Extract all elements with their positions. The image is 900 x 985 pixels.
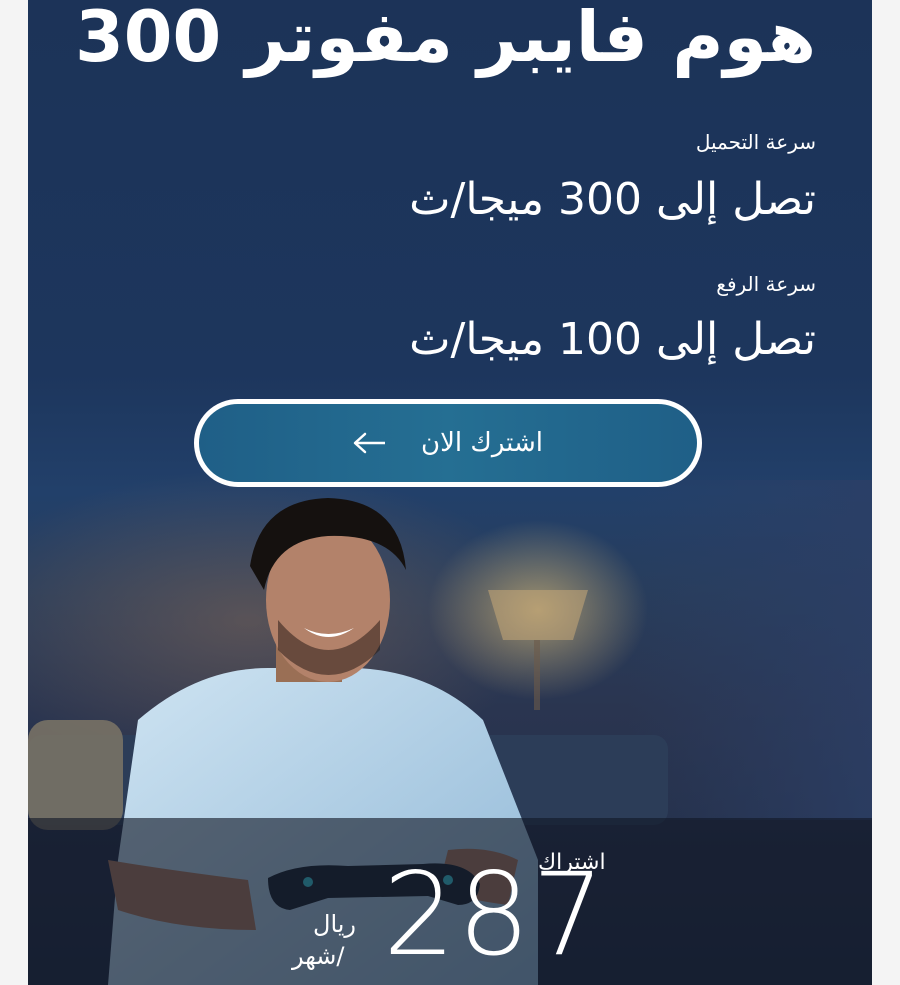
download-speed-value: تصل إلى 300 ميجا/ث xyxy=(409,174,816,225)
plan-title: هوم فايبر مفوتر 300 xyxy=(75,0,816,78)
subscribe-now-button[interactable]: اشترك الان xyxy=(194,399,702,487)
arrow-left-icon xyxy=(353,432,387,454)
upload-speed-value: تصل إلى 100 ميجا/ث xyxy=(409,314,816,365)
price-period: /شهر xyxy=(292,942,345,970)
price-currency: ريال xyxy=(313,910,357,938)
plan-card: هوم فايبر مفوتر 300 سرعة التحميل تصل إلى… xyxy=(28,0,872,985)
price-amount: 287 xyxy=(383,848,607,981)
upload-speed-label: سرعة الرفع xyxy=(716,272,816,296)
download-speed-label: سرعة التحميل xyxy=(695,130,816,154)
subscribe-now-label: اشترك الان xyxy=(420,428,544,458)
